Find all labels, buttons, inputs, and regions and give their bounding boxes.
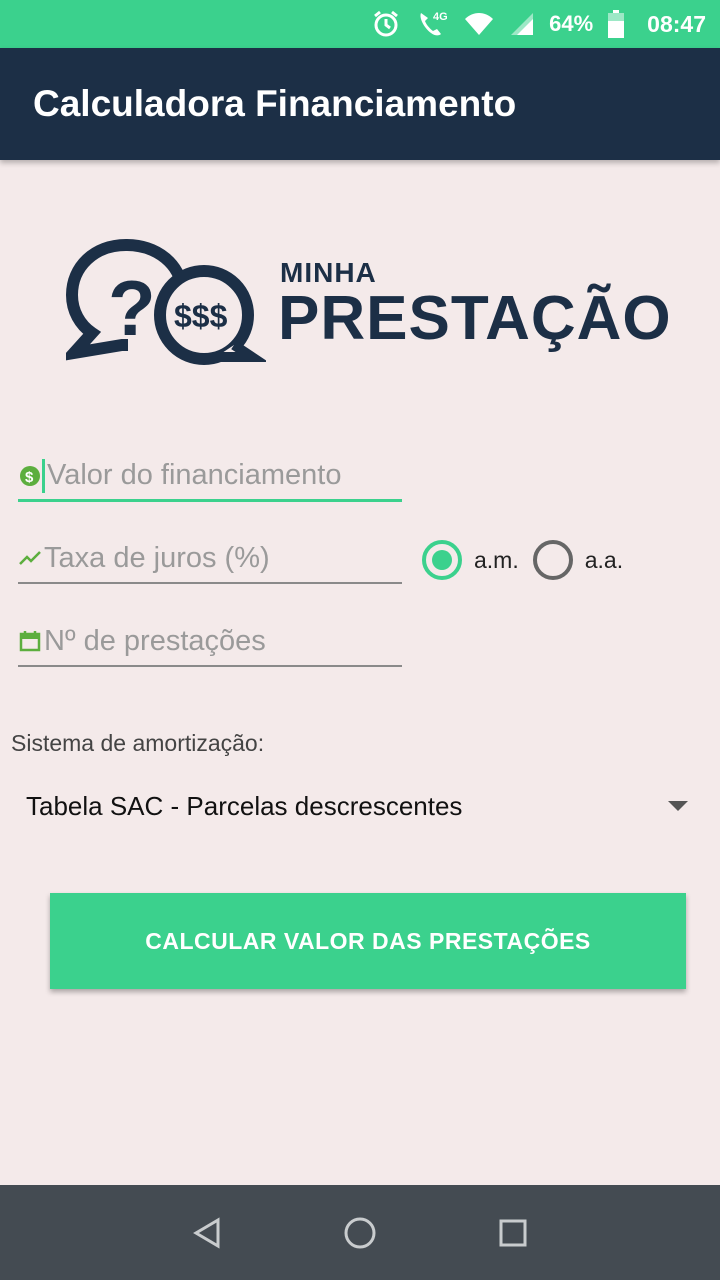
recents-icon[interactable] — [483, 1203, 543, 1263]
home-icon[interactable] — [330, 1203, 390, 1263]
navigation-bar — [0, 1185, 720, 1280]
calculate-button[interactable]: CALCULAR VALOR DAS PRESTAÇÕES — [50, 893, 686, 989]
loan-amount-input[interactable] — [45, 459, 395, 492]
back-icon[interactable] — [177, 1203, 237, 1263]
installments-input[interactable] — [42, 624, 392, 658]
radio-yearly-label[interactable]: a.a. — [585, 547, 623, 574]
amortization-select[interactable]: Tabela SAC - Parcelas descrescentes — [26, 786, 696, 826]
amortization-label: Sistema de amortização: — [11, 730, 265, 756]
status-bar: 4G 64% 08:47 — [0, 0, 720, 48]
logo: ? $$$ MINHA PRESTAÇÃO — [58, 235, 676, 365]
rate-period-radio-group: a.m. a.a. — [422, 538, 637, 582]
battery-percent: 64% — [549, 11, 594, 36]
amortization-selected-value: Tabela SAC - Parcelas descrescentes — [26, 790, 463, 821]
radio-monthly[interactable]: a.m. — [422, 540, 519, 580]
dropdown-arrow-icon[interactable] — [668, 801, 688, 811]
radio-yearly-circle[interactable] — [532, 540, 573, 580]
logo-bubbles-icon: ? $$$ — [58, 239, 269, 365]
radio-monthly-label[interactable]: a.m. — [474, 547, 519, 574]
svg-text:$: $ — [25, 469, 34, 486]
radio-yearly[interactable]: a.a. — [532, 540, 623, 580]
wifi-icon — [463, 11, 495, 37]
logo-big-text: PRESTAÇÃO — [278, 284, 672, 353]
battery-icon — [607, 9, 625, 39]
app-bar: Calculadora Financiamento — [0, 48, 720, 160]
interest-rate-field[interactable] — [18, 534, 402, 584]
wifi-call-icon: 4G — [415, 9, 449, 39]
money-icon: $ — [18, 464, 42, 488]
network-label: 4G — [433, 11, 448, 23]
alarm-icon — [371, 9, 401, 39]
money-symbols-icon: $$$ — [174, 298, 228, 334]
app-title: Calculadora Financiamento — [33, 83, 517, 124]
loan-amount-field[interactable]: $ — [18, 452, 402, 502]
radio-monthly-circle[interactable] — [422, 540, 462, 580]
interest-rate-input[interactable] — [42, 541, 392, 575]
trending-up-icon — [18, 546, 42, 570]
radio-selected-dot — [432, 550, 452, 570]
installments-field[interactable] — [18, 617, 402, 667]
signal-icon — [509, 11, 535, 37]
calendar-icon — [18, 629, 42, 653]
clock: 08:47 — [647, 10, 706, 37]
question-mark-icon: ? — [108, 264, 156, 352]
